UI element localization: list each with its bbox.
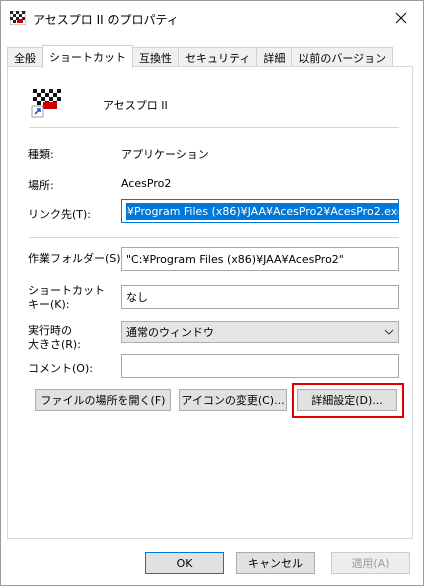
comment-label: コメント(O): — [28, 362, 93, 375]
apply-button[interactable]: 適用(A) — [331, 552, 410, 574]
checkered-flag-icon — [9, 10, 27, 26]
target-field[interactable]: ¥Program Files (x86)¥JAA¥AcesPro2¥AcesPr… — [121, 199, 399, 223]
highlight-box — [292, 383, 404, 418]
tab-general[interactable]: 全般 — [7, 47, 43, 67]
location-value: AcesPro2 — [121, 177, 172, 190]
tab-previous-versions[interactable]: 以前のバージョン — [291, 47, 394, 67]
cancel-button[interactable]: キャンセル — [236, 552, 315, 574]
run-size-label-2: 大きさ(R): — [28, 338, 81, 351]
close-button[interactable] — [385, 5, 417, 31]
app-name: アセスプロ II — [103, 99, 168, 112]
divider — [29, 237, 399, 238]
change-icon-button[interactable]: アイコンの変更(C)... — [179, 389, 287, 411]
title-bar[interactable]: アセスプロ II のプロパティ — [1, 1, 423, 35]
window-title: アセスプロ II のプロパティ — [33, 13, 179, 27]
target-value: ¥Program Files (x86)¥JAA¥AcesPro2¥AcesPr… — [126, 202, 398, 220]
open-file-location-button[interactable]: ファイルの場所を開く(F) — [35, 389, 171, 411]
tab-compatibility[interactable]: 互換性 — [132, 47, 179, 67]
tab-details[interactable]: 詳細 — [256, 47, 293, 67]
type-label: 種類: — [28, 148, 54, 161]
tab-shortcut[interactable]: ショートカット — [42, 45, 133, 68]
tab-strip: 全般 ショートカット 互換性 セキュリティ 詳細 以前のバージョン — [7, 45, 394, 68]
workdir-field[interactable]: "C:¥Program Files (x86)¥JAA¥AcesPro2" — [121, 247, 399, 271]
close-icon — [395, 12, 407, 24]
app-shortcut-icon — [31, 86, 63, 118]
run-size-value: 通常のウィンドウ — [126, 326, 214, 339]
location-label: 場所: — [28, 179, 54, 192]
shortcut-key-label-2: キー(K): — [28, 298, 70, 311]
run-size-select[interactable]: 通常のウィンドウ — [121, 321, 399, 343]
comment-field[interactable] — [121, 354, 399, 378]
target-label: リンク先(T): — [28, 208, 92, 221]
workdir-value: "C:¥Program Files (x86)¥JAA¥AcesPro2" — [126, 252, 344, 266]
shortcut-key-field[interactable]: なし — [121, 285, 399, 309]
dialog-button-bar: OK キャンセル 適用(A) — [1, 539, 423, 587]
divider — [29, 127, 399, 128]
ok-button[interactable]: OK — [145, 552, 224, 574]
workdir-label: 作業フォルダー(S): — [28, 252, 125, 265]
shortcut-key-value: なし — [126, 291, 148, 304]
type-value: アプリケーション — [121, 148, 209, 161]
chevron-down-icon — [384, 329, 394, 335]
tab-security[interactable]: セキュリティ — [178, 47, 258, 67]
properties-window: アセスプロ II のプロパティ 全般 ショートカット 互換性 セキュリティ 詳細… — [0, 0, 424, 586]
